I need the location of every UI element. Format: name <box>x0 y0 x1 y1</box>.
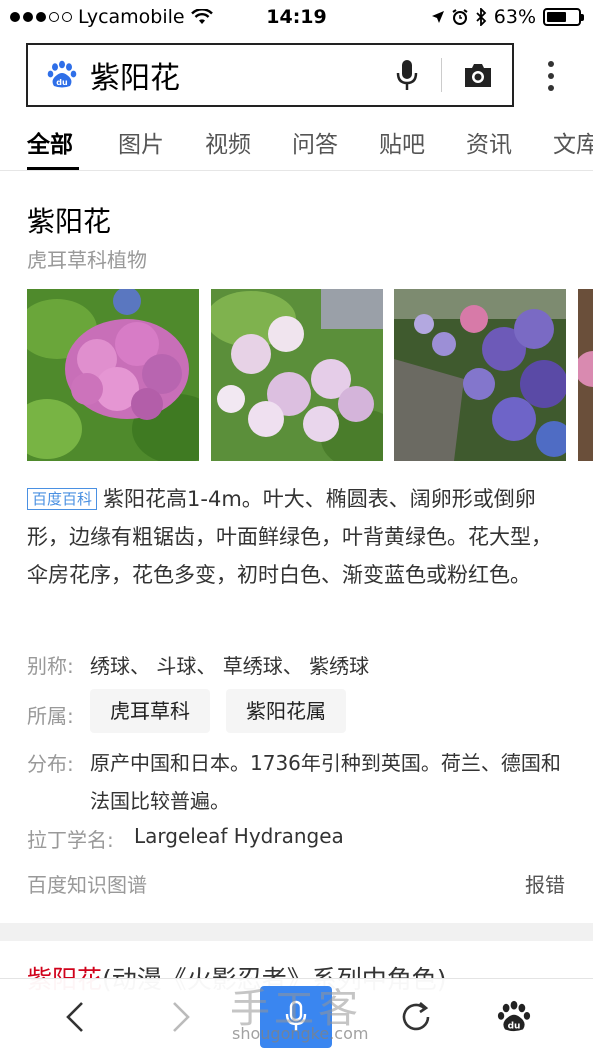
tab-tieba[interactable]: 贴吧 <box>379 125 425 159</box>
tab-news[interactable]: 资讯 <box>466 125 512 159</box>
tab-videos[interactable]: 视频 <box>205 125 251 159</box>
belongs-label: 所属: <box>27 704 74 728</box>
baike-badge[interactable]: 百度百科 <box>27 488 98 510</box>
active-tab-indicator <box>27 167 79 170</box>
hydrangea-image-1[interactable] <box>27 289 199 461</box>
baidu-home-icon[interactable]: du <box>496 999 532 1035</box>
baidu-paw-icon: du <box>47 60 77 88</box>
microphone-icon[interactable] <box>393 58 421 92</box>
tab-all[interactable]: 全部 <box>27 125 73 159</box>
card-title[interactable]: 紫阳花 <box>27 200 111 240</box>
card-subtitle: 虎耳草科植物 <box>27 248 147 272</box>
latin-name-value: Largeleaf Hydrangea <box>134 824 344 848</box>
tab-images[interactable]: 图片 <box>118 125 164 159</box>
chip-hydrangea-genus[interactable]: 紫阳花属 <box>226 689 346 733</box>
hydrangea-image-4[interactable] <box>578 289 593 461</box>
camera-icon[interactable] <box>462 61 494 89</box>
tab-wenku[interactable]: 文库 <box>553 125 593 159</box>
divider <box>441 58 442 92</box>
status-bar: Lycamobile 14:19 63% <box>0 0 593 34</box>
description-text: 紫阳花高1-4m。叶大、椭圆表、阔卵形或倒卵形，边缘有粗锯齿，叶面鲜绿色，叶背黄… <box>27 487 552 587</box>
svg-text:du: du <box>508 1021 521 1031</box>
forward-arrow-icon[interactable] <box>162 999 198 1035</box>
watermark-url: shougongke.com <box>232 1024 369 1043</box>
battery-percent: 63% <box>493 6 536 28</box>
chip-saxifragaceae[interactable]: 虎耳草科 <box>90 689 210 733</box>
search-box[interactable]: du 紫阳花 <box>26 43 514 107</box>
alias-value: 绣球、 斗球、 草绣球、 紫绣球 <box>90 654 370 678</box>
category-tabs: 全部 图片 视频 问答 贴吧 资讯 文库 <box>0 115 593 171</box>
knowledge-graph-source[interactable]: 百度知识图谱 <box>27 869 147 898</box>
latin-name-label: 拉丁学名: <box>27 828 114 852</box>
report-error-link[interactable]: 报错 <box>525 869 565 898</box>
search-query[interactable]: 紫阳花 <box>90 53 393 97</box>
hydrangea-image-3[interactable] <box>394 289 566 461</box>
more-menu-icon[interactable] <box>544 58 558 94</box>
refresh-icon[interactable] <box>398 999 434 1035</box>
distribution-value: 原产中国和日本。1736年引种到英国。荷兰、德国和法国比较普遍。 <box>90 751 561 813</box>
section-divider <box>0 923 593 941</box>
battery-icon <box>543 8 584 26</box>
distribution-label: 分布: <box>27 752 74 776</box>
svg-text:du: du <box>56 78 68 87</box>
hydrangea-image-2[interactable] <box>211 289 383 461</box>
back-arrow-icon[interactable] <box>58 999 94 1035</box>
alias-label: 别称: <box>27 654 74 678</box>
card-description: 百度百科 紫阳花高1-4m。叶大、椭圆表、阔卵形或倒卵形，边缘有粗锯齿，叶面鲜绿色… <box>27 480 567 594</box>
alarm-icon <box>452 9 468 25</box>
bluetooth-icon <box>476 8 487 26</box>
tab-qa[interactable]: 问答 <box>292 125 338 159</box>
location-icon <box>431 11 444 23</box>
